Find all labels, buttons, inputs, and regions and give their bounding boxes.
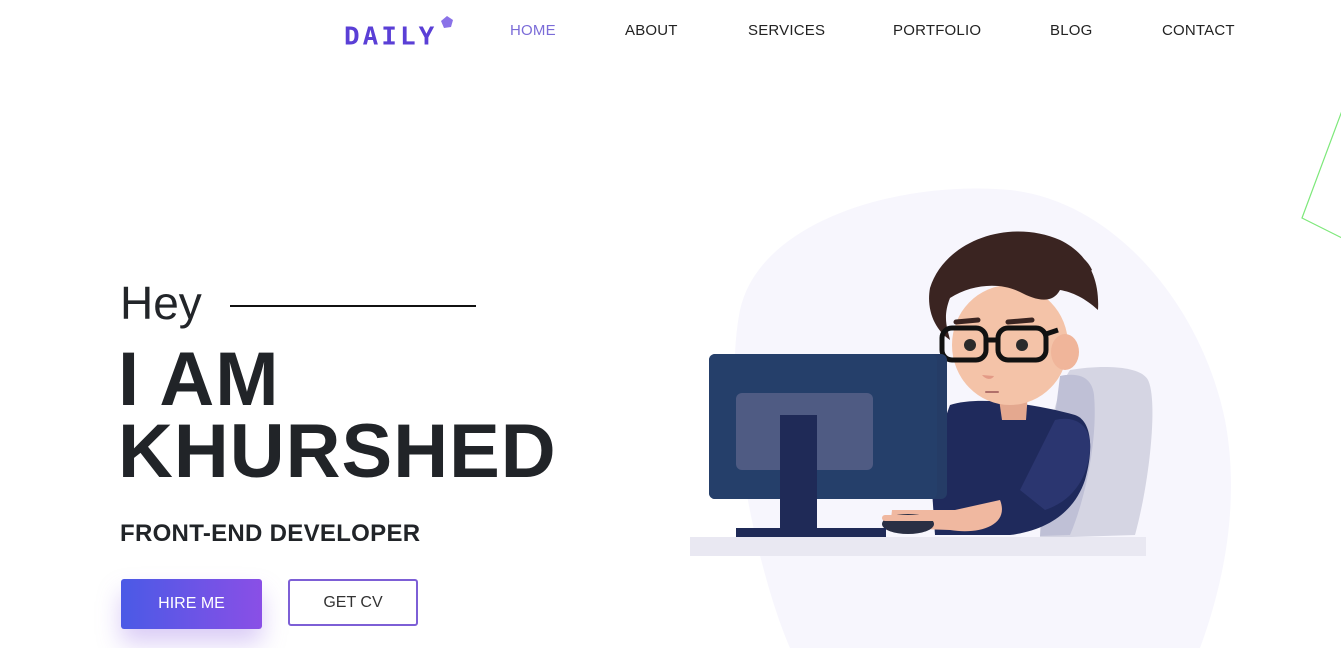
decorative-line-shape <box>1301 111 1341 239</box>
headline-line-1: I AM <box>118 337 280 422</box>
nav-contact[interactable]: CONTACT <box>1162 22 1235 39</box>
nav-about[interactable]: ABOUT <box>625 22 678 39</box>
greeting-text: Hey <box>120 277 202 329</box>
hire-me-button[interactable]: HIRE ME <box>121 579 262 629</box>
nav-blog[interactable]: BLOG <box>1050 22 1092 39</box>
greeting-row: Hey <box>120 276 476 330</box>
nav-home[interactable]: HOME <box>510 22 556 39</box>
nav-portfolio[interactable]: PORTFOLIO <box>893 22 981 39</box>
headline-line-2: KHURSHED <box>118 409 557 494</box>
hero-headline: I AM KHURSHED <box>118 337 557 494</box>
logo-dot-icon <box>441 16 454 28</box>
logo[interactable]: DAILY <box>344 16 454 56</box>
logo-text: DAILY <box>344 22 438 52</box>
nav-services[interactable]: SERVICES <box>748 22 825 39</box>
page: DAILY HOME ABOUT SERVICES PORTFOLIO BLOG… <box>0 0 1341 648</box>
get-cv-button[interactable]: GET CV <box>288 579 418 626</box>
role-title: FRONT-END DEVELOPER <box>120 520 421 547</box>
developer-illustration <box>690 188 1231 648</box>
greeting-divider <box>229 305 476 307</box>
